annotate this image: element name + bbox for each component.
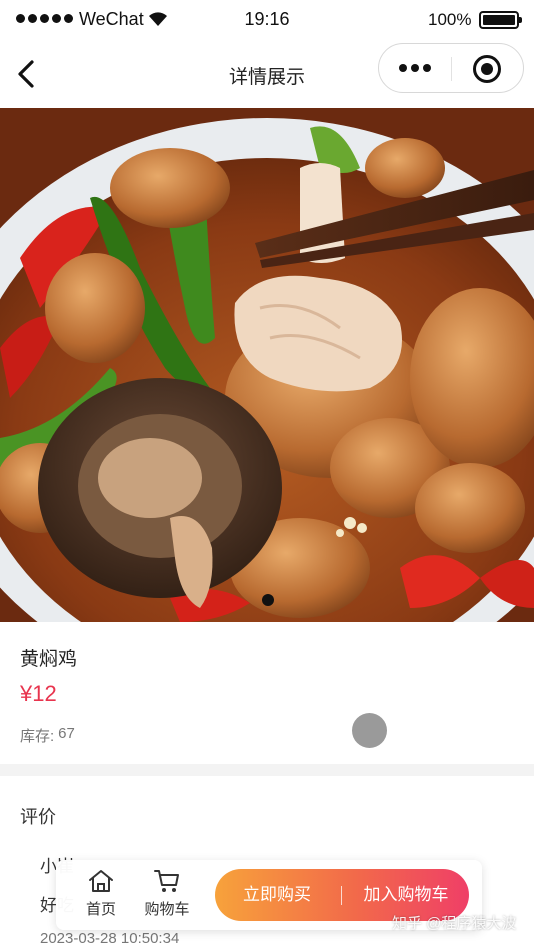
cart-tab-label: 购物车	[144, 901, 190, 918]
product-image	[0, 108, 534, 622]
home-tab[interactable]: 首页	[74, 868, 128, 924]
product-price: ¥12	[20, 681, 57, 706]
touch-indicator	[352, 713, 387, 748]
section-divider	[0, 764, 534, 776]
navigation-bar: 详情展示	[0, 40, 534, 108]
close-miniprogram-icon[interactable]	[473, 55, 501, 83]
buy-now-button[interactable]: 立即购买	[215, 869, 339, 921]
cta-divider	[341, 886, 342, 905]
review-timestamp: 2023-03-28 10:50:34	[40, 930, 180, 947]
stock-label: 库存:	[20, 728, 55, 745]
miniprogram-capsule	[378, 43, 524, 93]
stock-value: 67	[58, 725, 75, 742]
battery-icon	[479, 11, 522, 29]
shopping-cart-icon	[154, 870, 179, 892]
home-tab-label: 首页	[85, 901, 116, 918]
review-section-title: 评价	[20, 807, 56, 827]
home-icon	[89, 870, 113, 892]
stock-info: 库存: 67	[20, 725, 75, 746]
cart-tab[interactable]: 购物车	[140, 868, 194, 924]
watermark: 知乎 @程序猿大波	[392, 915, 517, 932]
status-bar: WeChat 19:16 100%	[0, 0, 534, 40]
battery-percentage: 100%	[428, 10, 472, 29]
product-name: 黄焖鸡	[20, 649, 78, 670]
more-options-icon[interactable]	[399, 64, 431, 72]
capsule-divider	[451, 57, 452, 81]
